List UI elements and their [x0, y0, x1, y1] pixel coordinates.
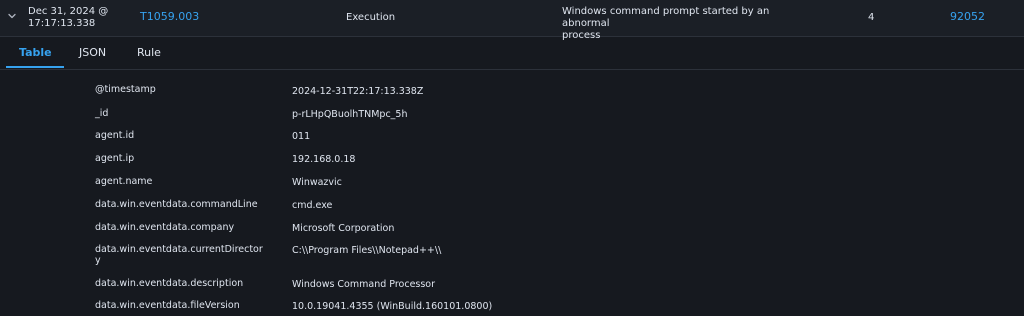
field-value: 2024-12-31T22:17:13.338Z — [292, 86, 424, 97]
field-value: Windows Command Processor — [292, 279, 436, 290]
field-key: data.win.eventdata.fileVersion — [95, 300, 240, 311]
alert-timestamp-line2: 17:17:13.338 — [28, 18, 96, 29]
chevron-down-icon[interactable] — [6, 10, 18, 22]
field-value: cmd.exe — [292, 200, 333, 211]
field-key: data.win.eventdata.commandLine — [95, 199, 258, 210]
field-value: 192.168.0.18 — [292, 154, 356, 165]
field-table: @timestamp 2024-12-31T22:17:13.338Z _id … — [0, 70, 1024, 316]
rule-level: 4 — [868, 12, 875, 23]
alert-timestamp: Dec 31, 2024 @ 17:17:13.338 — [28, 6, 128, 30]
field-key: agent.name — [95, 176, 153, 187]
field-key: agent.id — [95, 130, 135, 141]
field-key: data.win.eventdata.description — [95, 278, 244, 289]
field-key: data.win.eventdata.company — [95, 222, 235, 233]
alert-description-line1: Windows command prompt started by an abn… — [562, 6, 770, 29]
field-value: 011 — [292, 131, 311, 142]
field-key: data.win.eventdata.currentDirector y — [95, 244, 285, 266]
field-value: 10.0.19041.4355 (WinBuild.160101.0800) — [292, 301, 493, 312]
alert-detail-panel: Dec 31, 2024 @ 17:17:13.338 T1059.003 Ex… — [0, 0, 1024, 316]
field-key: agent.ip — [95, 153, 135, 164]
detail-tabs: Table JSON Rule — [0, 37, 1024, 70]
field-value: C:\\Program Files\\Notepad++\\ — [292, 245, 442, 256]
field-value: Winwazvic — [292, 177, 342, 188]
alert-row[interactable]: Dec 31, 2024 @ 17:17:13.338 T1059.003 Ex… — [0, 0, 1024, 41]
field-value: Microsoft Corporation — [292, 223, 395, 234]
field-key: @timestamp — [95, 84, 156, 95]
tactic-label: Execution — [346, 12, 396, 23]
technique-link[interactable]: T1059.003 — [140, 11, 199, 23]
field-value: p-rLHpQBuolhTNMpc_5h — [292, 109, 408, 120]
field-key-line1: data.win.eventdata.currentDirector — [95, 244, 263, 255]
alert-timestamp-line1: Dec 31, 2024 @ — [28, 6, 109, 17]
field-key: _id — [95, 108, 109, 119]
field-key-line2: y — [95, 255, 101, 266]
tab-table[interactable]: Table — [19, 46, 52, 59]
active-tab-indicator — [6, 66, 64, 68]
tab-rule[interactable]: Rule — [137, 46, 161, 59]
tab-json[interactable]: JSON — [79, 46, 106, 59]
rule-id-link[interactable]: 92052 — [950, 11, 985, 23]
